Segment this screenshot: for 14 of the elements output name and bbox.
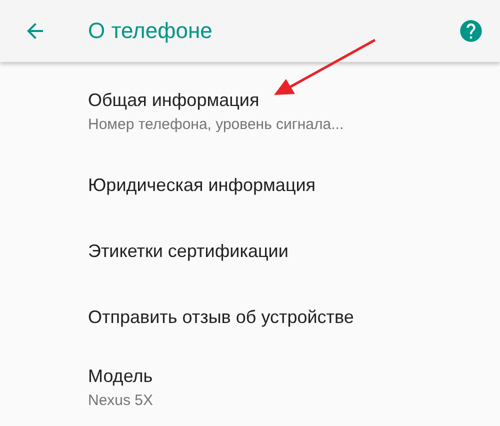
screen-title: О телефоне: [88, 18, 214, 44]
settings-item[interactable]: Юридическая информация: [0, 152, 500, 218]
settings-item[interactable]: Общая информация Номер телефона, уровень сигнала...: [0, 72, 500, 152]
item-title: Модель: [88, 365, 154, 388]
item-title: Отправить отзыв об устройстве: [88, 306, 355, 329]
item-subtitle: Nexus 5X: [88, 391, 154, 411]
item-subtitle: Номер телефона, уровень сигнала...: [88, 115, 345, 135]
help-icon[interactable]: [458, 18, 484, 44]
item-title: Юридическая информация: [88, 174, 317, 197]
item-title: Общая информация: [88, 89, 260, 112]
settings-item[interactable]: Модель Nexus 5X: [0, 350, 500, 426]
settings-item[interactable]: Отправить отзыв об устройстве: [0, 284, 500, 350]
settings-item[interactable]: Этикетки сертификации: [0, 218, 500, 284]
item-title: Этикетки сертификации: [88, 240, 290, 263]
